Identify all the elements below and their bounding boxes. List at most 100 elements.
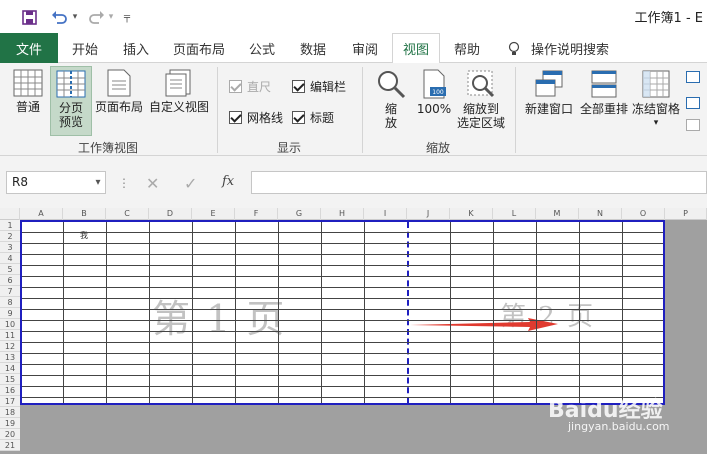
hide-icon[interactable] xyxy=(686,97,700,109)
formula-bar-checkbox[interactable]: 编辑栏 xyxy=(292,78,346,95)
row-header-7[interactable]: 7 xyxy=(0,286,20,297)
row-header-10[interactable]: 10 xyxy=(0,319,20,330)
tab-page-layout[interactable]: 页面布局 xyxy=(168,33,230,63)
arrange-all-button[interactable]: 全部重排 xyxy=(578,69,630,116)
formula-input[interactable] xyxy=(251,171,707,194)
zoom-label-2: 放 xyxy=(384,116,397,130)
select-all-corner[interactable] xyxy=(0,208,20,220)
print-area[interactable]: 我 第 1 页 第 2 页 xyxy=(20,220,665,405)
undo-icon[interactable] xyxy=(48,8,70,26)
row-header-11[interactable]: 11 xyxy=(0,330,20,341)
column-header-l[interactable]: L xyxy=(493,208,536,220)
page-layout-view-button[interactable]: 页面布局 xyxy=(94,69,144,114)
column-header-c[interactable]: C xyxy=(106,208,149,220)
headings-checkbox[interactable]: 标题 xyxy=(292,109,334,126)
column-header-p[interactable]: P xyxy=(665,208,707,220)
insert-function-icon[interactable]: fx xyxy=(222,174,234,189)
column-header-h[interactable]: H xyxy=(321,208,364,220)
tab-file[interactable]: 文件 xyxy=(0,33,58,63)
row-header-18[interactable]: 18 xyxy=(0,407,20,418)
row-header-1[interactable]: 1 xyxy=(0,220,20,231)
custom-views-label: 自定义视图 xyxy=(148,100,209,114)
split-icon[interactable] xyxy=(686,71,700,83)
tab-formulas[interactable]: 公式 xyxy=(244,33,280,63)
tell-me-search[interactable]: 操作说明搜索 xyxy=(530,33,610,63)
column-header-a[interactable]: A xyxy=(20,208,63,220)
row-header-6[interactable]: 6 xyxy=(0,275,20,286)
row-header-14[interactable]: 14 xyxy=(0,363,20,374)
document-title: 工作簿1 - E xyxy=(634,11,703,26)
gridlines-checkbox[interactable]: 网格线 xyxy=(229,109,283,126)
custom-views-button[interactable]: 自定义视图 xyxy=(148,69,210,114)
freeze-panes-label: 冻结窗格 xyxy=(631,102,680,116)
row-header-3[interactable]: 3 xyxy=(0,242,20,253)
customize-qat-icon[interactable]: ╤ xyxy=(120,8,134,26)
arrange-all-label: 全部重排 xyxy=(579,102,628,116)
column-header-i[interactable]: I xyxy=(364,208,407,220)
column-header-m[interactable]: M xyxy=(536,208,579,220)
enter-icon[interactable]: ✓ xyxy=(184,174,197,193)
page-break-preview-button[interactable]: 分页 预览 xyxy=(50,66,92,136)
zoom-label-1: 缩 xyxy=(384,102,397,116)
column-header-e[interactable]: E xyxy=(192,208,235,220)
gridline-horizontal xyxy=(22,254,663,255)
gridline-horizontal xyxy=(22,353,663,354)
column-header-j[interactable]: J xyxy=(407,208,450,220)
ruler-checkbox[interactable]: 直尺 xyxy=(229,78,271,95)
row-header-20[interactable]: 20 xyxy=(0,429,20,440)
tab-review[interactable]: 审阅 xyxy=(346,33,384,63)
name-box-dropdown-icon[interactable]: ▾ xyxy=(90,171,106,194)
new-window-icon xyxy=(535,70,563,97)
redo-icon[interactable] xyxy=(86,8,108,26)
tab-help[interactable]: 帮助 xyxy=(448,33,486,63)
page-break-preview-label-1: 分页 xyxy=(58,101,83,115)
column-header-o[interactable]: O xyxy=(622,208,665,220)
column-header-n[interactable]: N xyxy=(579,208,622,220)
row-header-12[interactable]: 12 xyxy=(0,341,20,352)
gridline-horizontal xyxy=(22,320,663,321)
new-window-label: 新建窗口 xyxy=(524,102,573,116)
column-header-g[interactable]: G xyxy=(278,208,321,220)
zoom-100-button[interactable]: 100 100% xyxy=(414,69,454,116)
row-header-17[interactable]: 17 xyxy=(0,396,20,407)
formula-bar-label: 编辑栏 xyxy=(310,80,347,94)
row-header-2[interactable]: 2 xyxy=(0,231,20,242)
row-header-15[interactable]: 15 xyxy=(0,374,20,385)
tab-insert[interactable]: 插入 xyxy=(116,33,156,63)
save-icon[interactable] xyxy=(18,8,40,26)
row-header-8[interactable]: 8 xyxy=(0,297,20,308)
page-layout-icon xyxy=(107,69,131,97)
row-header-19[interactable]: 19 xyxy=(0,418,20,429)
worksheet: ABCDEFGHIJKLMNOP 我 第 1 页 第 2 页 Baidu经验 j… xyxy=(0,208,707,454)
page-break-preview-icon xyxy=(56,70,86,98)
row-header-5[interactable]: 5 xyxy=(0,264,20,275)
tab-home[interactable]: 开始 xyxy=(66,33,104,63)
zoom-button[interactable]: 缩 放 xyxy=(372,69,410,130)
redo-dropdown-icon[interactable]: ▾ xyxy=(106,8,116,26)
column-header-k[interactable]: K xyxy=(450,208,493,220)
tab-view[interactable]: 视图 xyxy=(392,33,440,64)
gridline-horizontal xyxy=(22,287,663,288)
row-header-4[interactable]: 4 xyxy=(0,253,20,264)
normal-view-button[interactable]: 普通 xyxy=(10,69,46,114)
zoom-to-selection-button[interactable]: 缩放到 选定区域 xyxy=(454,69,508,130)
row-header-13[interactable]: 13 xyxy=(0,352,20,363)
formula-bar-check-icon xyxy=(292,80,305,93)
row-header-16[interactable]: 16 xyxy=(0,385,20,396)
column-header-b[interactable]: B xyxy=(63,208,106,220)
unhide-icon[interactable] xyxy=(686,119,700,131)
cancel-icon[interactable]: ✕ xyxy=(146,174,159,193)
magnifier-icon xyxy=(378,71,406,99)
column-header-f[interactable]: F xyxy=(235,208,278,220)
freeze-panes-button[interactable]: 冻结窗格 ▾ xyxy=(630,69,682,130)
row-header-21[interactable]: 21 xyxy=(0,440,20,451)
new-window-button[interactable]: 新建窗口 xyxy=(522,69,576,116)
tab-data[interactable]: 数据 xyxy=(294,33,332,63)
freeze-panes-icon xyxy=(642,70,670,98)
gridline-horizontal xyxy=(22,375,663,376)
row-header-9[interactable]: 9 xyxy=(0,308,20,319)
undo-dropdown-icon[interactable]: ▾ xyxy=(70,8,80,26)
more-options-icon[interactable]: ⋮ xyxy=(118,176,130,190)
normal-view-label: 普通 xyxy=(15,100,40,114)
column-header-d[interactable]: D xyxy=(149,208,192,220)
